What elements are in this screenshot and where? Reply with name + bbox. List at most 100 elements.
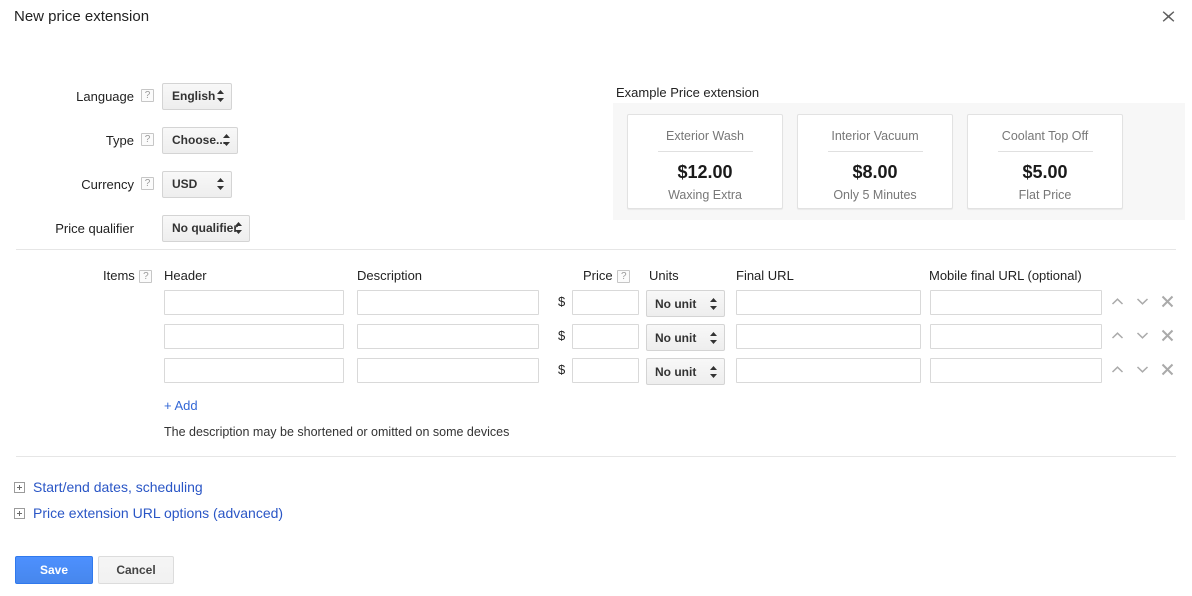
move-up-icon[interactable] [1110, 325, 1125, 345]
form-row-language: Language ? English [0, 74, 600, 118]
mobile-final-url-input[interactable] [930, 290, 1102, 315]
save-button[interactable]: Save [15, 556, 93, 584]
expander-url-options[interactable]: Price extension URL options (advanced) [14, 505, 283, 521]
move-down-icon[interactable] [1135, 359, 1150, 379]
units-select[interactable]: No unit [646, 324, 725, 351]
example-preview-label: Example Price extension [616, 85, 759, 100]
example-card-price: $8.00 [798, 161, 952, 183]
units-select-value: No unit [655, 331, 696, 345]
table-row: $ No unit [0, 290, 1192, 324]
help-icon[interactable]: ? [141, 133, 154, 146]
language-select[interactable]: English [162, 83, 232, 110]
mobile-final-url-input[interactable] [930, 358, 1102, 383]
page-title: New price extension [14, 7, 149, 27]
remove-row-icon[interactable] [1160, 291, 1175, 311]
header-input[interactable] [164, 324, 344, 349]
currency-select[interactable]: USD [162, 171, 232, 198]
example-card-header: Exterior Wash [628, 128, 782, 144]
cancel-button[interactable]: Cancel [98, 556, 174, 584]
expand-plus-icon [14, 508, 25, 519]
expander-label: Start/end dates, scheduling [33, 479, 203, 495]
column-header-final-url: Final URL [736, 268, 794, 283]
expander-start-end-dates[interactable]: Start/end dates, scheduling [14, 479, 203, 495]
add-item-link[interactable]: + Add [164, 398, 198, 413]
move-up-icon[interactable] [1110, 291, 1125, 311]
section-divider [16, 456, 1176, 457]
language-help-slot: ? [140, 87, 162, 105]
currency-symbol: $ [558, 362, 565, 377]
chevron-updown-icon [216, 89, 225, 103]
mobile-final-url-input[interactable] [930, 324, 1102, 349]
help-icon[interactable]: ? [141, 177, 154, 190]
description-input[interactable] [357, 290, 539, 315]
chevron-updown-icon [709, 365, 718, 379]
example-card-divider [658, 151, 753, 152]
type-select[interactable]: Choose... [162, 127, 238, 154]
units-select[interactable]: No unit [646, 290, 725, 317]
final-url-input[interactable] [736, 358, 921, 383]
type-select-value: Choose... [172, 133, 226, 147]
example-card: Exterior Wash $12.00 Waxing Extra [627, 114, 783, 209]
chevron-updown-icon [709, 331, 718, 345]
move-down-icon[interactable] [1135, 325, 1150, 345]
items-label-text: Items [103, 268, 135, 283]
description-input[interactable] [357, 358, 539, 383]
price-extension-dialog: New price extension Language ? English T… [0, 0, 1192, 596]
column-header-description: Description [357, 268, 422, 283]
expand-plus-icon [14, 482, 25, 493]
column-header-mobile-final-url: Mobile final URL (optional) [929, 268, 1082, 283]
remove-row-icon[interactable] [1160, 325, 1175, 345]
example-preview-panel: Exterior Wash $12.00 Waxing Extra Interi… [613, 103, 1185, 220]
card-spacer [783, 114, 797, 209]
items-table: Items ? Header Description Price ? Units… [0, 268, 1192, 392]
close-icon[interactable] [1157, 5, 1179, 27]
expander-label: Price extension URL options (advanced) [33, 505, 283, 521]
example-card-divider [998, 151, 1093, 152]
help-icon[interactable]: ? [139, 270, 152, 283]
chevron-updown-icon [709, 297, 718, 311]
header-input[interactable] [164, 358, 344, 383]
header-input[interactable] [164, 290, 344, 315]
row-actions [1110, 291, 1175, 311]
column-header-header: Header [164, 268, 207, 283]
column-header-price-text: Price [583, 268, 613, 283]
chevron-updown-icon [222, 133, 231, 147]
final-url-input[interactable] [736, 290, 921, 315]
remove-row-icon[interactable] [1160, 359, 1175, 379]
example-card-price: $5.00 [968, 161, 1122, 183]
price-input[interactable] [572, 358, 639, 383]
currency-label: Currency [0, 177, 140, 192]
type-label: Type [0, 133, 140, 148]
final-url-input[interactable] [736, 324, 921, 349]
settings-form: Language ? English Type ? Choose... [0, 74, 600, 250]
example-card-description: Only 5 Minutes [798, 187, 952, 203]
help-icon[interactable]: ? [617, 270, 630, 283]
units-select[interactable]: No unit [646, 358, 725, 385]
currency-help-slot: ? [140, 175, 162, 193]
move-up-icon[interactable] [1110, 359, 1125, 379]
example-card-description: Waxing Extra [628, 187, 782, 203]
price-qualifier-select-value: No qualifier [172, 221, 238, 235]
card-spacer [953, 114, 967, 209]
price-input[interactable] [572, 290, 639, 315]
example-card-list: Exterior Wash $12.00 Waxing Extra Interi… [613, 103, 1185, 209]
units-select-value: No unit [655, 365, 696, 379]
type-help-slot: ? [140, 131, 162, 149]
example-card-description: Flat Price [968, 187, 1122, 203]
price-qualifier-select[interactable]: No qualifier [162, 215, 250, 242]
section-divider [16, 249, 1176, 250]
items-label: Items ? [103, 268, 152, 283]
language-label: Language [0, 89, 140, 104]
chevron-updown-icon [216, 177, 225, 191]
units-select-value: No unit [655, 297, 696, 311]
move-down-icon[interactable] [1135, 291, 1150, 311]
currency-select-value: USD [172, 177, 197, 191]
price-qualifier-label: Price qualifier [0, 221, 140, 236]
table-row: $ No unit [0, 358, 1192, 392]
example-card: Interior Vacuum $8.00 Only 5 Minutes [797, 114, 953, 209]
description-input[interactable] [357, 324, 539, 349]
price-input[interactable] [572, 324, 639, 349]
row-actions [1110, 359, 1175, 379]
table-row: $ No unit [0, 324, 1192, 358]
help-icon[interactable]: ? [141, 89, 154, 102]
